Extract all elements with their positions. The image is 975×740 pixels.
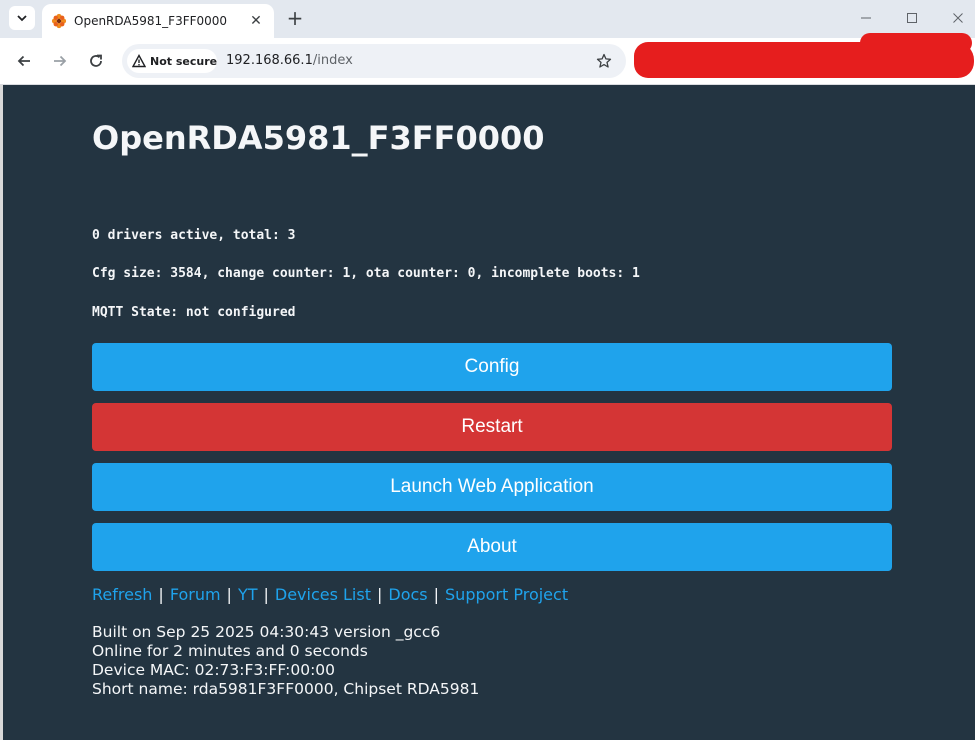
devices-list-link[interactable]: Devices List bbox=[275, 585, 371, 604]
link-separator: | bbox=[376, 585, 383, 604]
minimize-icon[interactable] bbox=[854, 8, 878, 28]
new-tab-button[interactable]: + bbox=[284, 6, 306, 30]
back-arrow-icon bbox=[17, 55, 30, 67]
star-icon[interactable] bbox=[594, 51, 614, 71]
config-button[interactable]: Config bbox=[92, 343, 892, 391]
redaction-mark bbox=[634, 42, 974, 78]
docs-link[interactable]: Docs bbox=[388, 585, 427, 604]
tab-strip: OpenRDA5981_F3FF0000 ✕ + bbox=[0, 0, 975, 38]
tab-title: OpenRDA5981_F3FF0000 bbox=[74, 14, 228, 28]
about-button[interactable]: About bbox=[92, 523, 892, 571]
forum-link[interactable]: Forum bbox=[170, 585, 221, 604]
short-name-info: Short name: rda5981F3FF0000, Chipset RDA… bbox=[92, 680, 480, 698]
reload-button[interactable] bbox=[85, 50, 107, 72]
page-title: OpenRDA5981_F3FF0000 bbox=[92, 119, 545, 157]
url-host: 192.168.66.1 bbox=[226, 53, 313, 68]
restart-button[interactable]: Restart bbox=[92, 403, 892, 451]
address-bar[interactable]: Not secure 192.168.66.1/index bbox=[122, 44, 626, 78]
refresh-link[interactable]: Refresh bbox=[92, 585, 152, 604]
link-separator: | bbox=[158, 585, 164, 604]
url-path: /index bbox=[312, 53, 353, 68]
chevron-down-icon bbox=[17, 15, 27, 22]
back-button[interactable] bbox=[13, 50, 35, 72]
launch-web-app-button[interactable]: Launch Web Application bbox=[92, 463, 892, 511]
footer-links: Refresh | Forum | YT | Devices List | Docs | Suppo… bbox=[92, 585, 568, 604]
forward-arrow-icon bbox=[54, 55, 67, 67]
browser-tab[interactable]: OpenRDA5981_F3FF0000 ✕ bbox=[42, 4, 274, 38]
reload-icon bbox=[90, 54, 102, 67]
build-info: Built on Sep 25 2025 04:30:43 version _g… bbox=[92, 623, 441, 641]
warning-icon bbox=[132, 53, 146, 69]
page-content: OpenRDA5981_F3FF0000 0 drivers active, t… bbox=[3, 85, 975, 740]
yt-link[interactable]: YT bbox=[238, 585, 258, 604]
uptime-info: Online for 2 minutes and 0 seconds bbox=[92, 642, 368, 660]
mac-info: Device MAC: 02:73:F3:FF:00:00 bbox=[92, 661, 336, 679]
link-separator: | bbox=[226, 585, 232, 604]
mqtt-status: MQTT State: not configured bbox=[92, 305, 296, 320]
url-text: 192.168.66.1/index bbox=[226, 53, 353, 68]
forward-button[interactable] bbox=[49, 50, 71, 72]
close-icon[interactable] bbox=[946, 8, 970, 28]
tab-close-icon[interactable]: ✕ bbox=[246, 11, 266, 31]
cfg-status: Cfg size: 3584, change counter: 1, ota c… bbox=[92, 266, 640, 281]
link-separator: | bbox=[433, 585, 440, 604]
device-info: Built on Sep 25 2025 04:30:43 version _g… bbox=[92, 623, 479, 699]
tab-search-button[interactable] bbox=[9, 6, 35, 30]
security-chip[interactable]: Not secure bbox=[127, 49, 217, 73]
drivers-status: 0 drivers active, total: 3 bbox=[92, 228, 296, 243]
support-project-link[interactable]: Support Project bbox=[445, 585, 568, 604]
flower-icon bbox=[50, 12, 68, 30]
security-label: Not secure bbox=[150, 54, 218, 68]
link-separator: | bbox=[263, 585, 269, 604]
maximize-icon[interactable] bbox=[900, 8, 924, 28]
